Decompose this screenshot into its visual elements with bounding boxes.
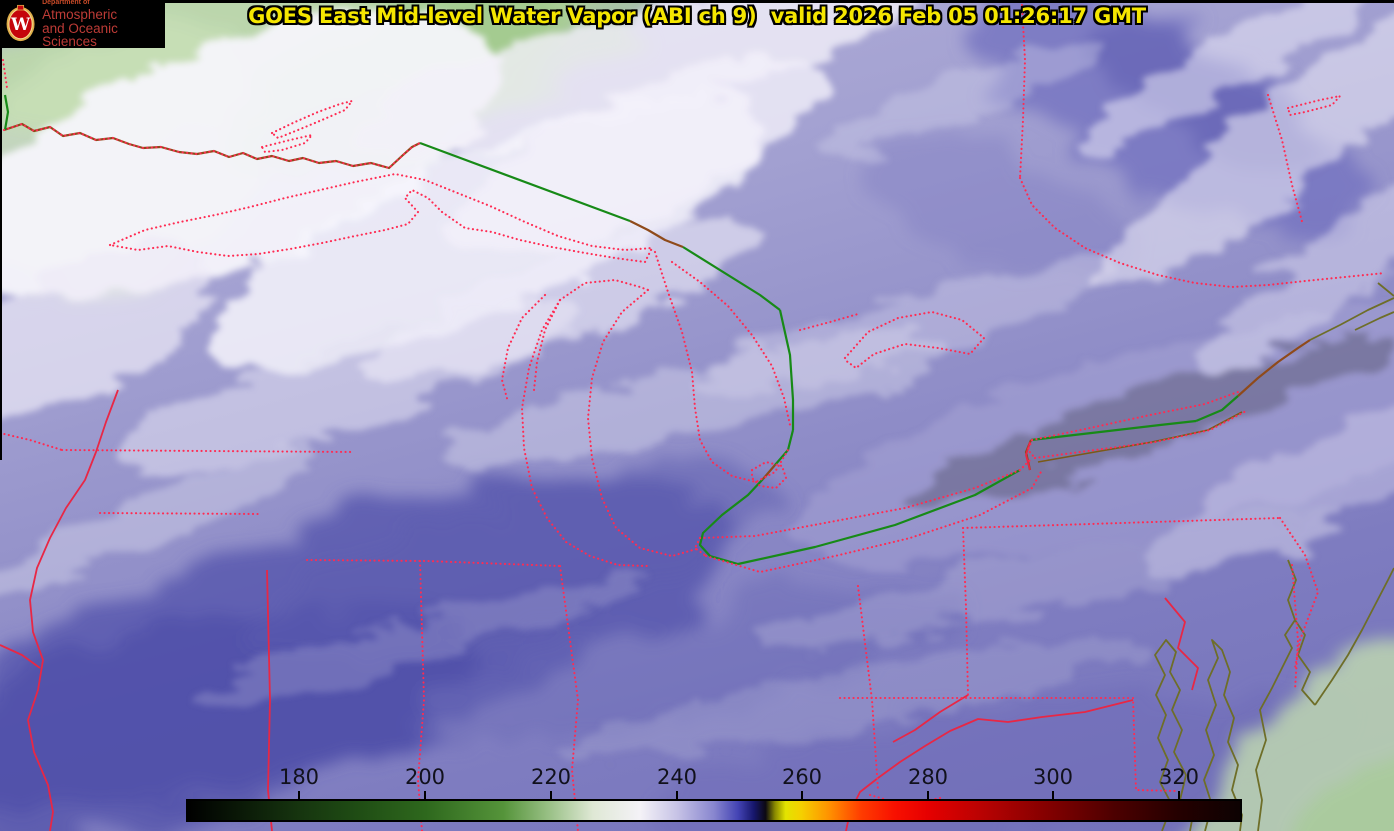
logo-dept-line: Department of <box>42 0 90 7</box>
colorbar-tick-mark <box>424 791 426 799</box>
logo-line-atmospheric: Atmospheric <box>42 7 118 23</box>
crest-letter: W <box>10 15 31 35</box>
colorbar-tick-label: 200 <box>404 765 446 789</box>
colorbar-tick-mark <box>298 791 300 799</box>
colorbar-tick-label: 300 <box>1032 765 1074 789</box>
logo-text-block: Department of Atmospheric and Oceanic Sc… <box>42 0 165 49</box>
colorbar-tick-label: 240 <box>656 765 698 789</box>
image-top-border <box>0 0 1394 3</box>
colorbar-tick-mark <box>801 791 803 799</box>
colorbar-tick-label: 260 <box>781 765 823 789</box>
colorbar-tick-label: 280 <box>907 765 949 789</box>
satellite-image-viewport: W Department of Atmospheric and Oceanic … <box>0 0 1394 831</box>
temperature-colorbar <box>186 799 1242 822</box>
image-title: GOES East Mid-level Water Vapor (ABI ch … <box>248 4 1146 28</box>
image-left-border <box>0 0 2 460</box>
colorbar-tick-mark <box>550 791 552 799</box>
logo-line-oceanic: and Oceanic Sciences <box>42 20 118 50</box>
colorbar-tick-mark <box>1178 791 1180 799</box>
colorbar-tick-label: 320 <box>1158 765 1200 789</box>
water-vapor-imagery <box>0 0 1394 831</box>
colorbar-tick-label: 180 <box>278 765 320 789</box>
colorbar-tick-mark <box>927 791 929 799</box>
uw-aos-logo: W Department of Atmospheric and Oceanic … <box>0 0 165 49</box>
colorbar-tick-label: 220 <box>530 765 572 789</box>
colorbar-tick-mark <box>1052 791 1054 799</box>
uw-crest-icon: W <box>6 4 35 42</box>
colorbar-tick-mark <box>676 791 678 799</box>
